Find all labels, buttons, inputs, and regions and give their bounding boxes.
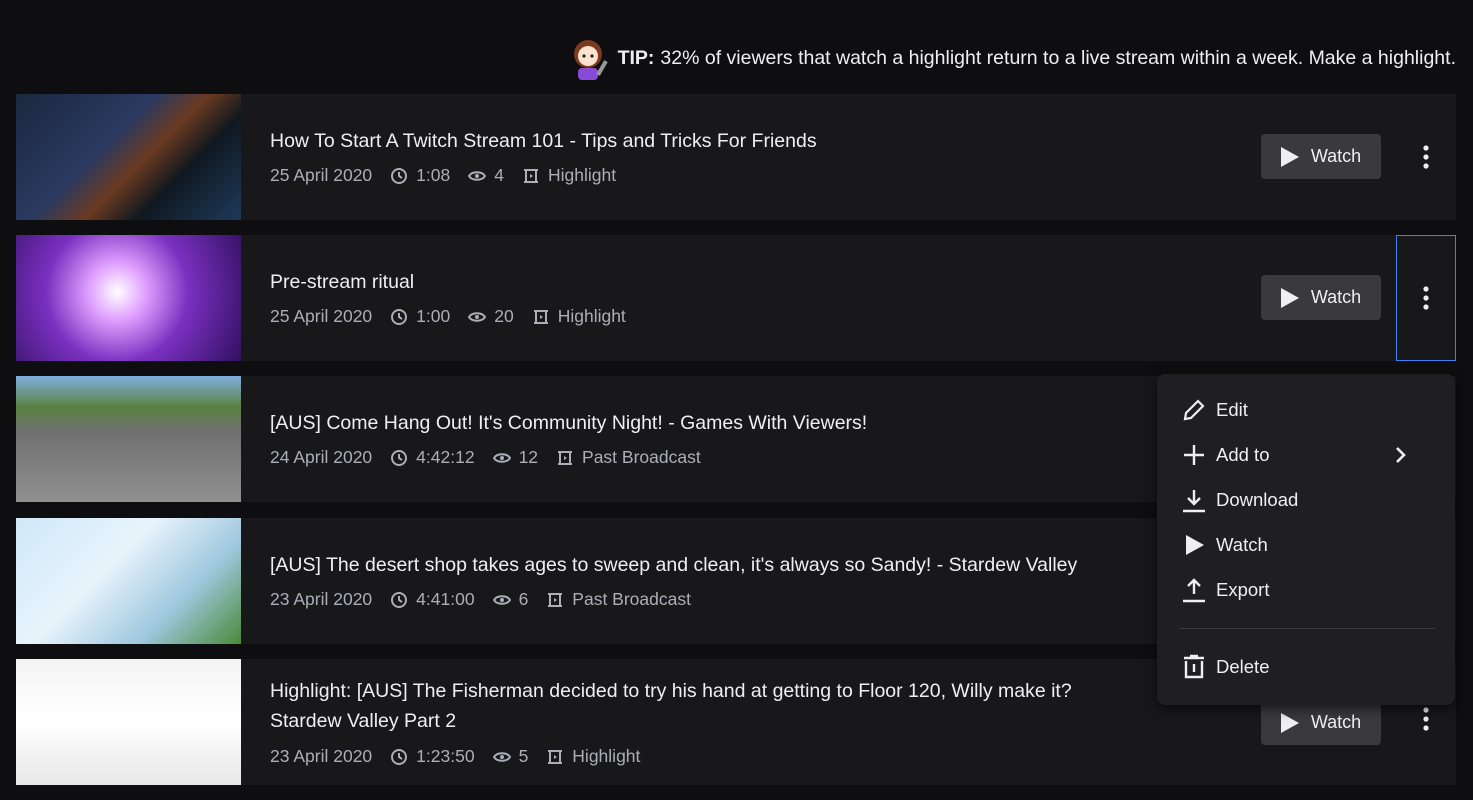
play-icon [1186, 535, 1204, 555]
video-duration: 1:23:50 [416, 746, 475, 766]
menu-item-delete[interactable]: Delete [1181, 649, 1435, 685]
clock-icon [391, 308, 408, 325]
clock-icon [391, 167, 408, 184]
video-duration: 1:08 [416, 165, 451, 185]
eye-icon [492, 452, 511, 463]
menu-item-download[interactable]: Download [1181, 482, 1435, 518]
trash-icon [1184, 654, 1204, 679]
video-date: 24 April 2020 [270, 447, 373, 467]
highlight-type-icon [523, 168, 538, 183]
video-title[interactable]: [AUS] The desert shop takes ages to swee… [270, 550, 1077, 580]
menu-item-label: Add to [1216, 444, 1270, 465]
eye-icon [468, 311, 487, 322]
eye-icon [492, 751, 511, 762]
video-type: Past Broadcast [572, 589, 691, 609]
more-options-button[interactable] [1396, 94, 1456, 220]
video-type: Highlight [572, 746, 641, 766]
video-duration: 1:00 [416, 306, 451, 326]
watch-button[interactable]: Watch [1261, 700, 1381, 745]
video-row[interactable]: How To Start A Twitch Stream 101 - Tips … [16, 94, 1456, 220]
video-meta: 25 April 2020 1:08 4 Highlight [270, 165, 616, 186]
menu-item-add-to[interactable]: Add to [1181, 437, 1435, 473]
upload-icon [1183, 578, 1205, 603]
video-title-line2[interactable]: Stardew Valley Part 2 [270, 706, 456, 736]
play-icon [1280, 712, 1299, 733]
menu-item-label: Edit [1216, 399, 1248, 420]
more-options-menu: Edit Add to Download Watch Export Delete [1157, 374, 1455, 705]
plus-icon [1184, 445, 1204, 465]
avatar-icon [573, 40, 608, 80]
watch-label: Watch [1310, 287, 1362, 307]
menu-item-label: Download [1216, 489, 1299, 510]
video-views: 5 [518, 746, 529, 766]
video-duration: 4:42:12 [416, 447, 475, 467]
video-views: 6 [518, 589, 529, 609]
eye-icon [468, 170, 487, 181]
menu-item-label: Watch [1216, 534, 1268, 555]
menu-item-label: Export [1216, 579, 1270, 600]
play-icon [1280, 287, 1299, 308]
tip-label: TIP: [617, 46, 655, 69]
kebab-icon [1423, 145, 1429, 169]
watch-label: Watch [1310, 146, 1362, 166]
chevron-right-icon [1396, 447, 1406, 463]
highlight-type-icon [548, 749, 563, 764]
highlight-type-icon [533, 309, 548, 324]
menu-divider [1179, 628, 1435, 629]
past-broadcast-type-icon [558, 450, 573, 465]
menu-item-label: Delete [1216, 656, 1270, 677]
video-title[interactable]: Pre-stream ritual [270, 267, 414, 297]
video-date: 23 April 2020 [270, 589, 373, 609]
more-options-button[interactable] [1396, 235, 1456, 361]
video-meta: 24 April 2020 4:42:12 12 Past Broadcast [270, 447, 701, 468]
video-title[interactable]: [AUS] Come Hang Out! It's Community Nigh… [270, 408, 867, 438]
menu-item-watch[interactable]: Watch [1181, 527, 1435, 563]
pencil-icon [1183, 399, 1205, 421]
video-date: 23 April 2020 [270, 746, 373, 766]
video-meta: 23 April 2020 4:41:00 6 Past Broadcast [270, 589, 691, 610]
video-row[interactable]: Pre-stream ritual 25 April 2020 1:00 20 … [16, 235, 1456, 361]
tip-banner: TIP: 32% of viewers that watch a highlig… [566, 36, 1456, 80]
video-thumbnail[interactable] [16, 94, 241, 220]
clock-icon [391, 748, 408, 765]
video-type: Highlight [557, 306, 626, 326]
clock-icon [391, 591, 408, 608]
video-thumbnail[interactable] [16, 376, 241, 502]
play-icon [1280, 146, 1299, 167]
video-thumbnail[interactable] [16, 518, 241, 644]
kebab-icon [1423, 707, 1429, 731]
watch-label: Watch [1310, 712, 1362, 732]
video-date: 25 April 2020 [270, 306, 373, 326]
watch-button[interactable]: Watch [1261, 134, 1381, 179]
video-type: Highlight [547, 165, 617, 185]
menu-item-export[interactable]: Export [1181, 572, 1435, 608]
download-icon [1183, 490, 1205, 513]
clock-icon [391, 449, 408, 466]
video-thumbnail[interactable] [16, 659, 241, 785]
video-duration: 4:41:00 [416, 589, 475, 609]
video-title[interactable]: Highlight: [AUS] The Fisherman decided t… [270, 676, 1072, 706]
video-views: 12 [518, 447, 539, 467]
eye-icon [492, 594, 511, 605]
video-type: Past Broadcast [582, 447, 701, 467]
video-date: 25 April 2020 [270, 165, 373, 185]
menu-item-edit[interactable]: Edit [1181, 392, 1435, 428]
past-broadcast-type-icon [548, 592, 563, 607]
video-views: 4 [494, 165, 504, 185]
video-views: 20 [494, 306, 514, 326]
tip-text: 32% of viewers that watch a highlight re… [660, 46, 1456, 69]
watch-button[interactable]: Watch [1261, 275, 1381, 320]
video-meta: 25 April 2020 1:00 20 Highlight [270, 306, 626, 327]
video-thumbnail[interactable] [16, 235, 241, 361]
video-title[interactable]: How To Start A Twitch Stream 101 - Tips … [270, 126, 817, 156]
video-meta: 23 April 2020 1:23:50 5 Highlight [270, 746, 640, 767]
kebab-icon [1423, 286, 1429, 310]
